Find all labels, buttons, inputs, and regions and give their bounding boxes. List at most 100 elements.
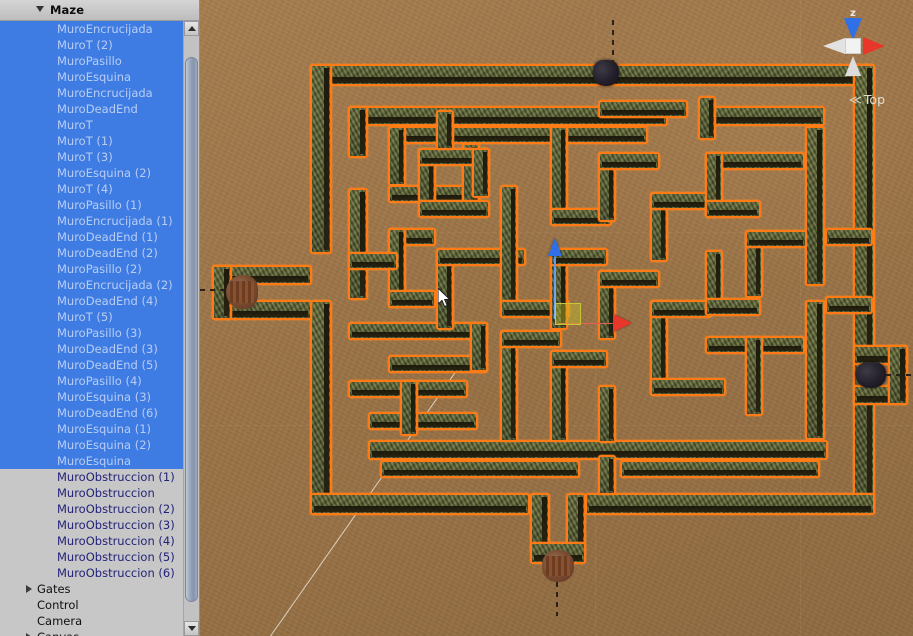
gizmo-center-cube[interactable] [845, 38, 861, 54]
maze-wall[interactable] [620, 460, 820, 478]
hierarchy-item-canvas[interactable]: Canvas [0, 629, 183, 636]
hierarchy-item[interactable]: MuroObstruccion (4) [0, 533, 183, 549]
maze-wall[interactable] [805, 126, 825, 286]
maze-wall[interactable] [380, 460, 580, 478]
gizmo-x-axis-arrow[interactable] [613, 314, 632, 332]
maze-wall[interactable] [368, 412, 478, 430]
maze-wall[interactable] [650, 300, 712, 318]
maze-wall[interactable] [418, 200, 490, 218]
gizmo-plane-handle[interactable] [555, 303, 581, 325]
hierarchy-item[interactable]: MuroEsquina (3) [0, 389, 183, 405]
hierarchy-item[interactable]: MuroT (5) [0, 309, 183, 325]
gizmo-cone-x-negative[interactable] [823, 38, 845, 54]
hierarchy-item[interactable]: MuroDeadEnd (3) [0, 341, 183, 357]
maze-wall[interactable] [705, 298, 761, 316]
hierarchy-item[interactable]: MuroDeadEnd (4) [0, 293, 183, 309]
hierarchy-item[interactable]: MuroObstruccion (1) [0, 469, 183, 485]
maze-wall[interactable] [598, 270, 660, 288]
hierarchy-tree[interactable]: MuroEncrucijada MuroT (2) MuroPasillo MuroE… [0, 21, 183, 636]
hierarchy-item[interactable]: MuroObstruccion [0, 485, 183, 501]
hierarchy-item-gates[interactable]: Gates [0, 581, 183, 597]
hierarchy-item[interactable]: MuroPasillo (2) [0, 261, 183, 277]
maze-wall[interactable] [310, 493, 530, 515]
maze-wall[interactable] [470, 322, 488, 372]
hierarchy-item[interactable]: MuroDeadEnd [0, 101, 183, 117]
gizmo-cone-z-positive[interactable] [844, 18, 862, 40]
maze-wall[interactable] [388, 290, 436, 308]
hierarchy-item[interactable]: MuroT (1) [0, 133, 183, 149]
scene-view[interactable]: z ≪ Top [200, 0, 913, 636]
maze-wall[interactable] [698, 96, 716, 140]
scroll-down-button[interactable] [184, 621, 199, 636]
maze-wall[interactable] [650, 192, 712, 210]
maze-wall[interactable] [805, 300, 825, 440]
hierarchy-item[interactable]: MuroEsquina [0, 453, 183, 469]
hierarchy-item[interactable]: MuroDeadEnd (2) [0, 245, 183, 261]
hierarchy-item[interactable]: MuroPasillo (4) [0, 373, 183, 389]
maze-wall[interactable] [436, 110, 454, 150]
scene-orientation-gizmo[interactable]: z [815, 8, 891, 84]
hierarchy-item-control[interactable]: Control [0, 597, 183, 613]
maze-wall[interactable] [348, 188, 368, 300]
hierarchy-item[interactable]: MuroT (3) [0, 149, 183, 165]
hierarchy-scrollbar[interactable] [183, 21, 199, 636]
hierarchy-item[interactable]: MuroEsquina (2) [0, 437, 183, 453]
maze-wall[interactable] [585, 493, 875, 515]
hierarchy-item[interactable]: MuroT (2) [0, 37, 183, 53]
maze-wall[interactable] [388, 126, 648, 144]
hierarchy-item[interactable]: MuroEncrucijada (2) [0, 277, 183, 293]
maze-wall[interactable] [853, 64, 875, 514]
scroll-up-button[interactable] [184, 21, 199, 36]
hierarchy-item[interactable]: MuroObstruccion (6) [0, 565, 183, 581]
hierarchy-item[interactable]: MuroObstruccion (5) [0, 549, 183, 565]
maze-wall[interactable] [745, 230, 807, 248]
hierarchy-item[interactable]: MuroPasillo (1) [0, 197, 183, 213]
hierarchy-item[interactable]: MuroDeadEnd (6) [0, 405, 183, 421]
hierarchy-item[interactable]: MuroObstruccion (3) [0, 517, 183, 533]
maze-wall[interactable] [388, 126, 406, 186]
maze-wall[interactable] [310, 64, 332, 254]
maze-wall[interactable] [500, 330, 562, 348]
hierarchy-item[interactable]: MuroT [0, 117, 183, 133]
maze-wall[interactable] [705, 200, 761, 218]
hierarchy-item[interactable]: MuroEsquina (1) [0, 421, 183, 437]
gizmo-cone-z-negative[interactable] [845, 56, 861, 76]
gate-bottom[interactable] [542, 550, 574, 582]
hierarchy-item[interactable]: MuroPasillo [0, 53, 183, 69]
scrollbar-thumb[interactable] [185, 57, 198, 602]
maze-wall[interactable] [598, 455, 616, 495]
gate-left[interactable] [226, 275, 258, 309]
hierarchy-item[interactable]: MuroDeadEnd (1) [0, 229, 183, 245]
maze-wall[interactable] [348, 252, 398, 270]
hierarchy-item[interactable]: MuroT (4) [0, 181, 183, 197]
hierarchy-item[interactable]: MuroEsquina (2) [0, 165, 183, 181]
chevron-right-icon[interactable] [26, 585, 32, 593]
maze-wall[interactable] [705, 106, 825, 126]
maze-wall[interactable] [472, 148, 490, 198]
gate-top[interactable] [593, 60, 619, 86]
maze-wall[interactable] [598, 385, 616, 443]
scene-view-orientation-label[interactable]: ≪ Top [849, 92, 885, 107]
maze-wall[interactable] [825, 296, 873, 314]
hierarchy-item[interactable]: MuroEncrucijada [0, 21, 183, 37]
hierarchy-item[interactable]: MuroDeadEnd (5) [0, 357, 183, 373]
maze-wall[interactable] [500, 185, 518, 305]
maze-wall[interactable] [598, 152, 660, 170]
hierarchy-item-camera[interactable]: Camera [0, 613, 183, 629]
chevron-down-icon[interactable] [36, 6, 44, 12]
hierarchy-item[interactable]: MuroEsquina [0, 69, 183, 85]
gate-right[interactable] [856, 362, 886, 388]
maze-wall[interactable] [400, 380, 418, 436]
hierarchy-item[interactable]: MuroObstruccion (2) [0, 501, 183, 517]
maze-wall[interactable] [310, 300, 332, 515]
maze-wall[interactable] [598, 100, 688, 118]
maze-wall[interactable] [550, 350, 608, 368]
maze-wall[interactable] [650, 378, 726, 396]
maze-wall[interactable] [745, 336, 763, 416]
maze-wall[interactable] [825, 228, 873, 246]
hierarchy-item[interactable]: MuroPasillo (3) [0, 325, 183, 341]
hierarchy-item[interactable]: MuroEncrucijada (1) [0, 213, 183, 229]
maze-wall[interactable] [348, 322, 488, 340]
gizmo-cone-x-positive[interactable] [863, 37, 885, 55]
maze-wall[interactable] [348, 106, 368, 158]
